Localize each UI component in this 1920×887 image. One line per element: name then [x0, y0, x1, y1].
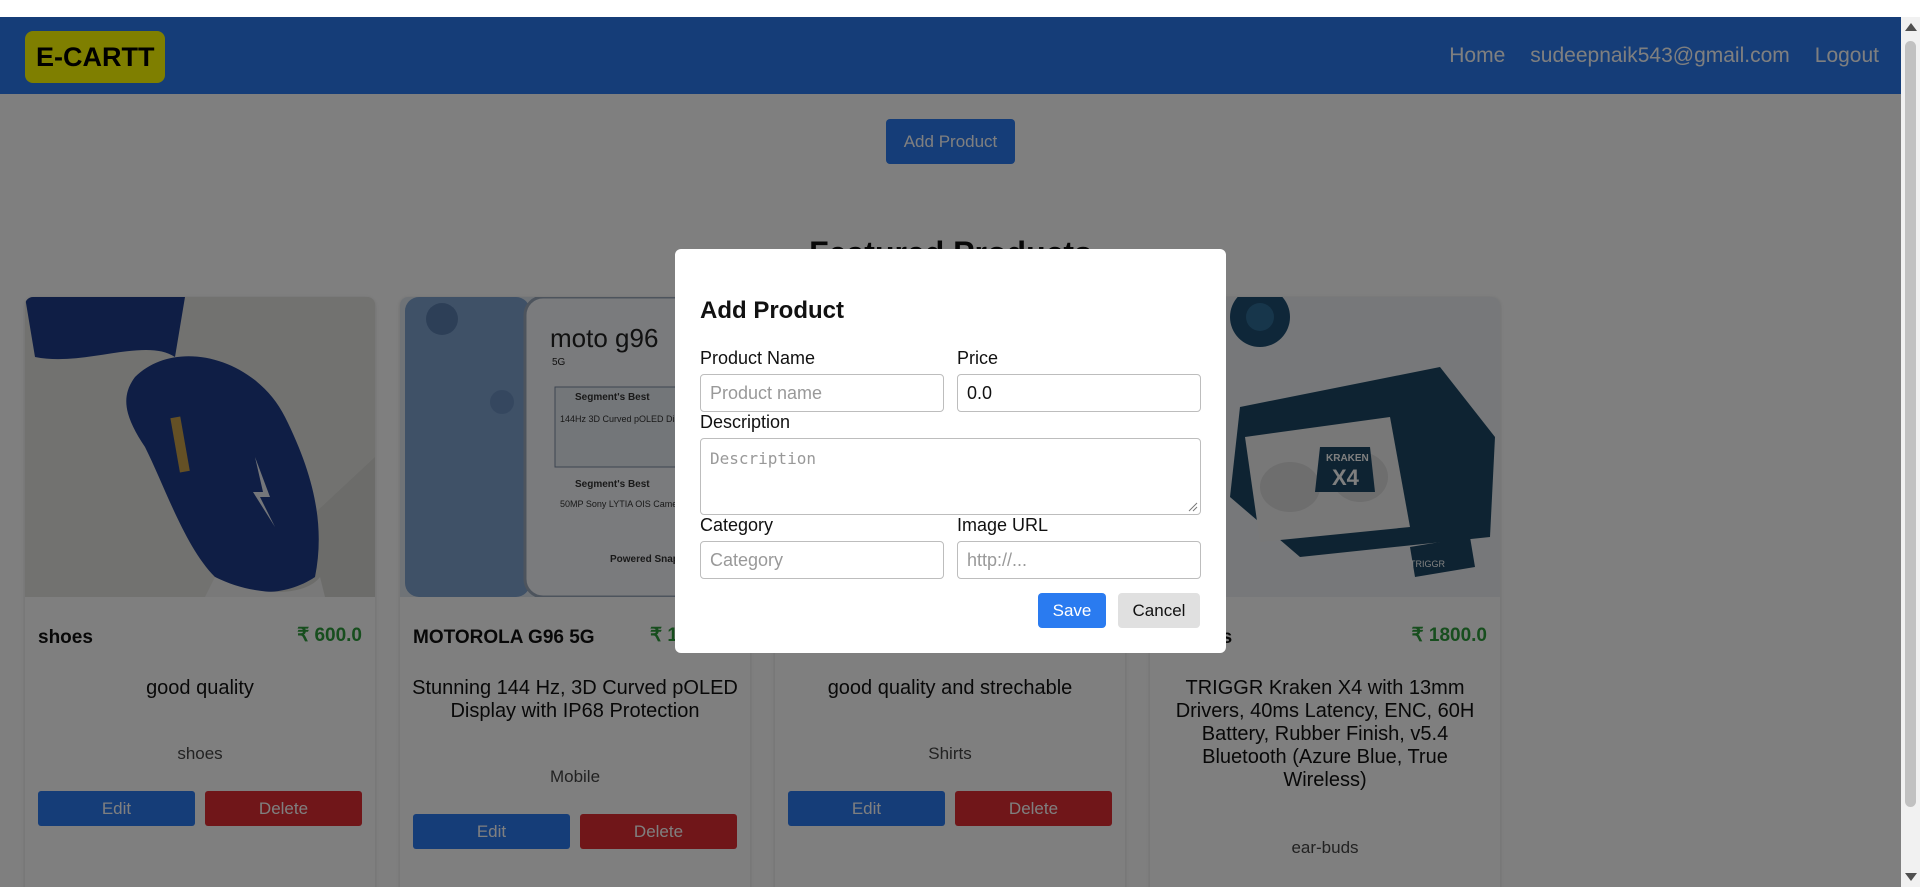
modal-title: Add Product: [700, 297, 844, 324]
add-product-modal: Add Product Product Name Price Product n…: [675, 249, 1226, 653]
browser-top-strip: [0, 0, 1901, 17]
scrollbar-thumb[interactable]: [1905, 41, 1916, 807]
product-name-input[interactable]: Product name: [700, 374, 944, 412]
resize-grip-icon[interactable]: [1188, 502, 1198, 512]
category-input[interactable]: Category: [700, 541, 944, 579]
price-input[interactable]: 0.0: [957, 374, 1201, 412]
description-textarea[interactable]: Description: [700, 438, 1201, 515]
product-name-label: Product Name: [700, 348, 816, 368]
scroll-down-arrow-icon[interactable]: [1905, 873, 1917, 881]
category-label: Category: [700, 515, 774, 535]
save-button[interactable]: Save: [1038, 593, 1106, 628]
image-url-label: Image URL: [957, 515, 1049, 535]
image-url-input[interactable]: http://...: [957, 541, 1201, 579]
price-label: Price: [957, 348, 999, 368]
scroll-up-arrow-icon[interactable]: [1905, 23, 1917, 31]
page-scrollbar[interactable]: [1901, 17, 1920, 887]
cancel-button[interactable]: Cancel: [1118, 593, 1200, 628]
description-label: Description: [700, 412, 791, 432]
description-placeholder: Description: [710, 449, 816, 468]
